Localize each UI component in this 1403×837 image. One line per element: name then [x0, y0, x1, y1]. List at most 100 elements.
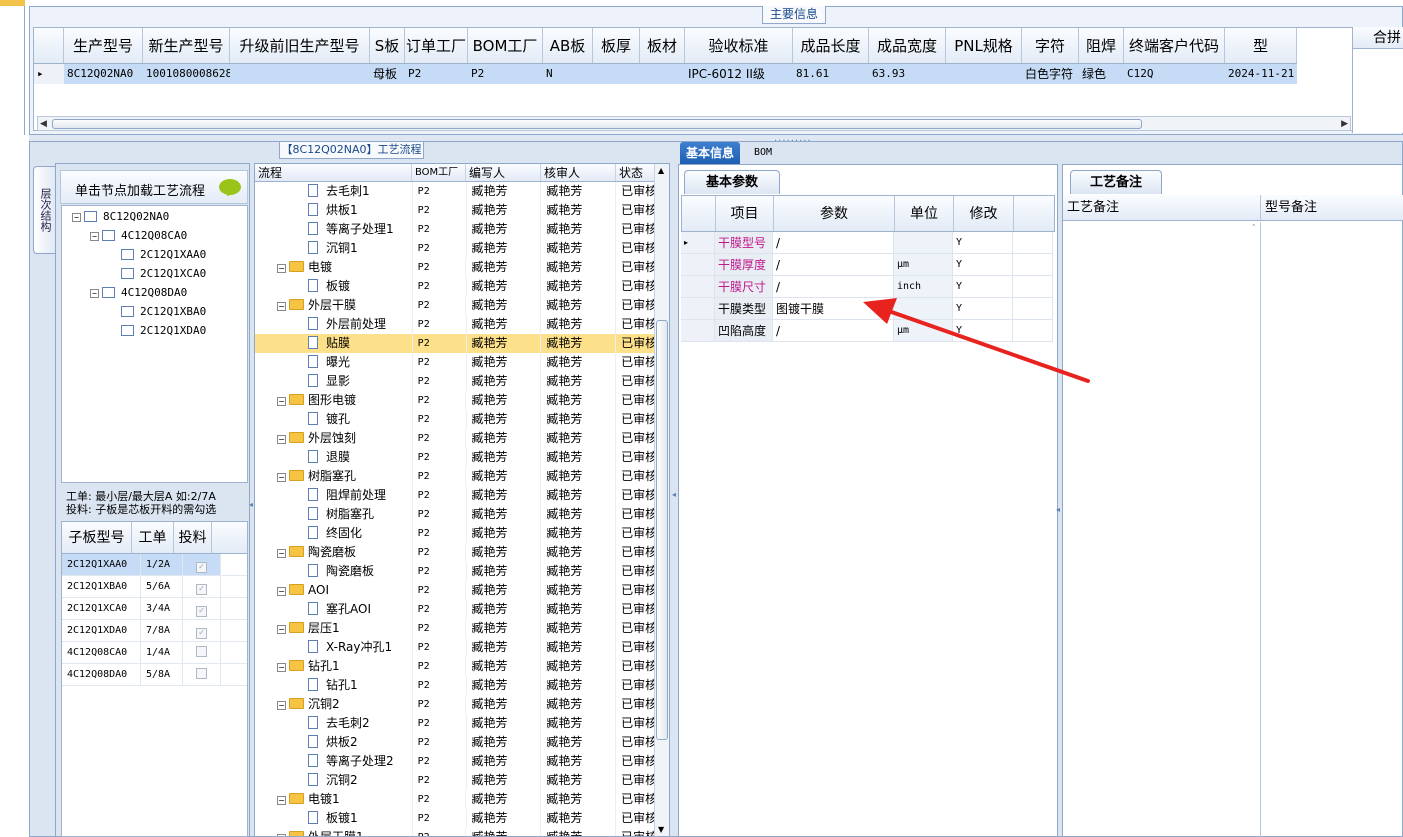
tree-node[interactable]: 2C12Q1XDA0: [108, 324, 206, 338]
flow-row[interactable]: 沉铜2 P2 臧艳芳 臧艳芳 已审核: [255, 771, 655, 790]
param-modify[interactable]: Y: [953, 254, 1013, 275]
flow-step[interactable]: 钻孔1: [255, 676, 412, 695]
grid-cell[interactable]: N: [543, 64, 593, 84]
param-value[interactable]: /: [773, 254, 894, 275]
flow-step[interactable]: 等离子处理1: [255, 220, 412, 239]
flow-row[interactable]: − 外层蚀刻 P2 臧艳芳 臧艳芳 已审核: [255, 429, 655, 448]
right-splitter-grip[interactable]: ◂: [1056, 505, 1060, 514]
feed-checkbox[interactable]: ✓: [196, 562, 207, 573]
column-header[interactable]: 板材: [640, 28, 685, 63]
column-header[interactable]: 成品长度: [793, 28, 869, 63]
flow-step[interactable]: 终固化: [255, 524, 412, 543]
param-modify[interactable]: Y: [953, 232, 1013, 253]
main-grid-row[interactable]: ▸ 8C12Q02NA0 10010800086285 母板 P2 P2 N IPC-6012…: [34, 64, 1297, 84]
scroll-right-icon[interactable]: ▶: [1341, 117, 1348, 131]
flow-row[interactable]: 塞孔AOI P2 臧艳芳 臧艳芳 已审核: [255, 600, 655, 619]
flow-step[interactable]: 显影: [255, 372, 412, 391]
collapse-icon[interactable]: −: [90, 289, 99, 298]
subboard-feed[interactable]: ✓: [183, 554, 221, 575]
flow-step[interactable]: 等离子处理2: [255, 752, 412, 771]
flow-step[interactable]: 沉铜1: [255, 239, 412, 258]
flow-row[interactable]: −外层干膜1P2臧艳芳臧艳芳已审核: [255, 828, 655, 836]
flow-row[interactable]: 烘板1 P2 臧艳芳 臧艳芳 已审核: [255, 201, 655, 220]
params-column-header[interactable]: 单位: [895, 196, 954, 231]
params-column-header[interactable]: 参数: [774, 196, 895, 231]
collapse-icon[interactable]: −: [277, 701, 286, 710]
tab-hierarchy[interactable]: 层次结构: [33, 166, 55, 254]
subboard-order[interactable]: 5/6A: [141, 576, 183, 597]
feed-checkbox[interactable]: ✓: [196, 584, 207, 595]
flow-row[interactable]: 板镀 P2 臧艳芳 臧艳芳 已审核: [255, 277, 655, 296]
column-header[interactable]: 新生产型号: [143, 28, 230, 63]
flow-row[interactable]: 树脂塞孔 P2 臧艳芳 臧艳芳 已审核: [255, 505, 655, 524]
column-header[interactable]: 板厚: [593, 28, 640, 63]
flow-row[interactable]: 终固化 P2 臧艳芳 臧艳芳 已审核: [255, 524, 655, 543]
flow-row[interactable]: − 树脂塞孔 P2 臧艳芳 臧艳芳 已审核: [255, 467, 655, 486]
flow-row[interactable]: 显影 P2 臧艳芳 臧艳芳 已审核: [255, 372, 655, 391]
column-header[interactable]: 订单工厂: [405, 28, 468, 63]
flow-splitter-grip[interactable]: ◂: [672, 490, 676, 499]
grid-cell[interactable]: [946, 64, 1022, 84]
subboard-row[interactable]: 2C12Q1XDA0 7/8A ✓: [62, 620, 247, 642]
subboard-row[interactable]: 2C12Q1XAA0 1/2A ✓: [62, 554, 247, 576]
scroll-thumb[interactable]: [52, 119, 1142, 129]
flow-step[interactable]: − 树脂塞孔: [255, 467, 412, 486]
flow-step[interactable]: 镀孔: [255, 410, 412, 429]
flow-step[interactable]: 板镀1: [255, 809, 412, 828]
flow-row[interactable]: 等离子处理2 P2 臧艳芳 臧艳芳 已审核: [255, 752, 655, 771]
flow-row[interactable]: 镀孔 P2 臧艳芳 臧艳芳 已审核: [255, 410, 655, 429]
tab-process-notes[interactable]: 工艺备注: [1070, 170, 1162, 194]
subboard-order[interactable]: 5/8A: [141, 664, 183, 685]
flow-row[interactable]: − 层压1 P2 臧艳芳 臧艳芳 已审核: [255, 619, 655, 638]
column-header[interactable]: 型: [1225, 28, 1297, 63]
flow-step[interactable]: 塞孔AOI: [255, 600, 412, 619]
flow-step[interactable]: − 沉铜2: [255, 695, 412, 714]
column-header[interactable]: 升级前旧生产型号: [230, 28, 370, 63]
feed-checkbox[interactable]: ✓: [196, 606, 207, 617]
grid-cell[interactable]: 10010800086285: [143, 64, 230, 84]
collapse-icon[interactable]: −: [277, 473, 286, 482]
flow-column-header[interactable]: 编写人: [466, 164, 541, 181]
flow-row[interactable]: X-Ray冲孔1 P2 臧艳芳 臧艳芳 已审核: [255, 638, 655, 657]
flow-row[interactable]: 钻孔1 P2 臧艳芳 臧艳芳 已审核: [255, 676, 655, 695]
collapse-icon[interactable]: −: [277, 625, 286, 634]
column-header[interactable]: PNL规格: [946, 28, 1022, 63]
flow-column-header[interactable]: 流程: [255, 164, 412, 181]
param-row[interactable]: 干膜厚度 / μm Y: [681, 254, 1053, 276]
subboard-order[interactable]: 7/8A: [141, 620, 183, 641]
flow-row[interactable]: 去毛刺2 P2 臧艳芳 臧艳芳 已审核: [255, 714, 655, 733]
flow-step[interactable]: − AOI: [255, 581, 412, 600]
flow-step[interactable]: 去毛刺2: [255, 714, 412, 733]
load-flow-button[interactable]: 单击节点加载工艺流程: [60, 170, 248, 204]
scroll-up-icon[interactable]: ▲: [658, 166, 664, 175]
tab-basic-params[interactable]: 基本参数: [684, 170, 780, 194]
flow-step[interactable]: 曝光: [255, 353, 412, 372]
flow-step[interactable]: − 电镀: [255, 258, 412, 277]
subboard-order[interactable]: 1/2A: [141, 554, 183, 575]
subboard-order[interactable]: 3/4A: [141, 598, 183, 619]
flow-row[interactable]: − 电镀1 P2 臧艳芳 臧艳芳 已审核: [255, 790, 655, 809]
grid-cell[interactable]: [230, 64, 370, 84]
grid-cell[interactable]: C12Q: [1124, 64, 1225, 84]
column-header[interactable]: S板: [370, 28, 405, 63]
subboard-feed[interactable]: ✓: [183, 620, 221, 641]
flow-step[interactable]: 贴膜: [255, 334, 412, 353]
grid-cell[interactable]: IPC-6012 II级: [685, 64, 793, 84]
flow-step[interactable]: 板镀: [255, 277, 412, 296]
subboard-order[interactable]: 1/4A: [141, 642, 183, 663]
feed-checkbox[interactable]: [196, 646, 207, 657]
flow-step[interactable]: 烘板2: [255, 733, 412, 752]
flow-step[interactable]: 沉铜2: [255, 771, 412, 790]
column-header[interactable]: BOM工厂: [468, 28, 543, 63]
collapse-icon[interactable]: −: [90, 232, 99, 241]
collapse-icon[interactable]: −: [277, 796, 286, 805]
subboard-row[interactable]: 4C12Q08DA0 5/8A: [62, 664, 247, 686]
subboard-feed[interactable]: [183, 642, 221, 663]
flow-step[interactable]: −外层干膜1: [255, 828, 412, 836]
tree-node[interactable]: 2C12Q1XAA0: [108, 248, 206, 262]
flow-step[interactable]: 去毛刺1: [255, 182, 412, 201]
flow-step[interactable]: − 图形电镀: [255, 391, 412, 410]
flow-step[interactable]: − 层压1: [255, 619, 412, 638]
tree-node[interactable]: − 4C12Q08DA0: [90, 286, 187, 300]
feed-checkbox[interactable]: ✓: [196, 628, 207, 639]
